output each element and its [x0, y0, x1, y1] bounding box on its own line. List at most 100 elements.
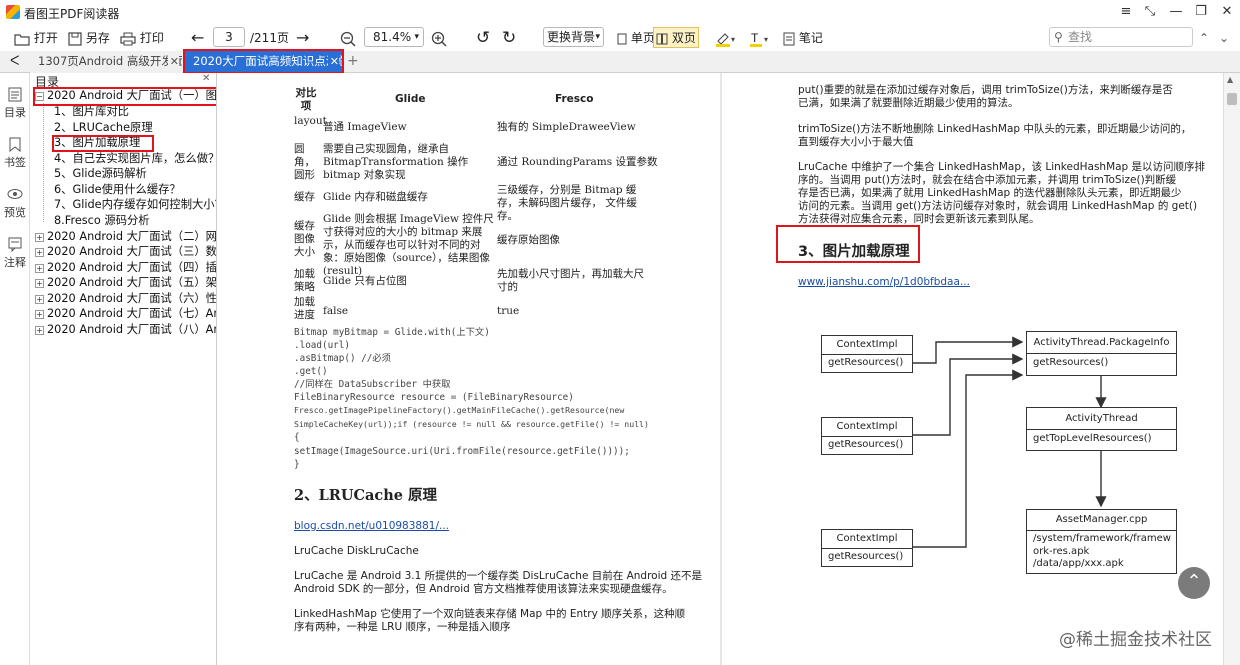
- code-line: Bitmap myBitmap = Glide.with(上下文): [294, 327, 490, 338]
- section-heading: 2、LRUCache 原理: [294, 487, 438, 504]
- bookmark-icon: [9, 137, 21, 152]
- tree-guide-line: [43, 103, 44, 222]
- table-cell-name: 加载进度: [294, 296, 315, 321]
- tab-label: 1307页Android 高级开发面试题: [38, 54, 182, 68]
- print-button[interactable]: 打印: [120, 28, 164, 48]
- outline-panel: 目录 ✕ −2020 Android 大厂面试（一）图片 含 缓 1、图片库对比…: [30, 73, 217, 665]
- table-cell-glide: Glide 只有占位图: [323, 275, 407, 287]
- outline-highlight-box: [33, 87, 216, 106]
- page-number-input[interactable]: 3: [213, 27, 245, 47]
- outline-item-1-8[interactable]: 8.Fresco 源码分析: [54, 213, 150, 228]
- minimize-button[interactable]: —: [1167, 4, 1185, 20]
- diagram-box-title: ContextImpl: [822, 530, 912, 549]
- app-logo-icon: [6, 5, 20, 19]
- outline-item-1-6[interactable]: 6、Glide使用什么缓存？: [54, 182, 181, 197]
- rotate-left-icon[interactable]: ↺: [476, 28, 490, 48]
- zoom-value: 81.4%: [373, 30, 412, 44]
- scrollbar-thumb[interactable]: [1227, 93, 1237, 105]
- zoom-select[interactable]: 81.4% ▾: [364, 27, 424, 47]
- diagram-box-line: ork-res.apk: [1033, 545, 1090, 557]
- table-cell-fresco: true: [497, 305, 520, 317]
- new-tab-icon[interactable]: +: [345, 51, 359, 73]
- outline-label: 1、图片库对比: [54, 105, 129, 118]
- outline-item-1-1[interactable]: 1、图片库对比: [54, 104, 129, 119]
- save-as-button[interactable]: 另存: [68, 28, 110, 48]
- scroll-up-arrow-icon[interactable]: ▲: [1227, 75, 1233, 84]
- outline-item-chapter-6[interactable]: +2020 Android 大厂面试（六）性能优化: [35, 291, 217, 306]
- expand-toggle-icon[interactable]: +: [35, 325, 44, 335]
- search-up-icon[interactable]: ⌃: [1199, 28, 1209, 48]
- pdf-page-left: 对比项 Glide Fresco layout 普通 ImageView 独有的…: [217, 73, 720, 665]
- zoom-in-icon[interactable]: [431, 28, 447, 48]
- paragraph-line: LruCache 是 Android 3.1 所提供的一个缓存类 DisLruC…: [294, 570, 703, 582]
- diagram-box-method: getResources(): [828, 551, 904, 562]
- outline-item-chapter-4[interactable]: +2020 Android 大厂面试（四）插件化、: [35, 260, 216, 275]
- single-page-button[interactable]: 单页: [617, 28, 655, 48]
- collapse-sidebar-icon[interactable]: ᐸ: [6, 51, 22, 73]
- table-header-glide: Glide: [395, 93, 426, 105]
- open-label: 打开: [33, 31, 58, 45]
- reference-link[interactable]: blog.csdn.net/u010983881/...: [294, 520, 449, 533]
- restore-arrows-icon[interactable]: ⤡: [1141, 4, 1159, 20]
- outline-item-1-7[interactable]: 7、Glide内存缓存如何控制大小？: [54, 197, 217, 212]
- highlighter-icon[interactable]: ▾: [715, 28, 737, 48]
- search-input[interactable]: ⚲ 查找: [1049, 27, 1193, 47]
- outline-item-chapter-2[interactable]: +2020 Android 大厂面试（二）网络和安全: [35, 229, 216, 244]
- tab-document-1[interactable]: 1307页Android 高级开发面试题 ✕: [30, 51, 182, 73]
- expand-toggle-icon[interactable]: +: [35, 278, 44, 288]
- outline-label: 7、Glide内存缓存如何控制大小？: [54, 198, 217, 211]
- zoom-out-icon[interactable]: [340, 28, 356, 48]
- outline-label: 8.Fresco 源码分析: [54, 214, 150, 227]
- diagram-box-title: ContextImpl: [822, 336, 912, 355]
- outline-label: 2020 Android 大厂面试（六）性能优化: [47, 292, 217, 305]
- text-color-icon[interactable]: T ▾: [749, 28, 771, 48]
- rail-outline[interactable]: 目录: [0, 87, 30, 120]
- close-button[interactable]: ✕: [1218, 4, 1236, 20]
- outline-item-1-5[interactable]: 5、Glide源码解析: [54, 166, 147, 181]
- table-cell-name: 圆角，圆形: [294, 143, 315, 181]
- rail-outline-label: 目录: [4, 106, 26, 119]
- close-tab-icon[interactable]: ✕: [167, 51, 179, 72]
- expand-toggle-icon[interactable]: +: [35, 247, 44, 257]
- expand-toggle-icon[interactable]: +: [35, 294, 44, 304]
- next-page-arrow-icon[interactable]: →: [296, 28, 309, 48]
- outline-item-1-4[interactable]: 4、自己去实现图片库，怎么做？: [54, 151, 216, 166]
- close-panel-icon[interactable]: ✕: [202, 73, 210, 84]
- title-bar: 看图王PDF阅读器 ≡ ⤡ — ❐ ✕: [0, 0, 1240, 24]
- search-down-icon[interactable]: ⌄: [1219, 28, 1229, 48]
- outline-item-chapter-3[interactable]: +2020 Android 大厂面试（三）数据库 含: [35, 244, 216, 259]
- diagram-box-contextimpl-3: ContextImpl getResources(): [821, 529, 913, 567]
- expand-toggle-icon[interactable]: +: [35, 232, 44, 242]
- vertical-scrollbar[interactable]: ▲: [1223, 73, 1240, 665]
- prev-page-arrow-icon[interactable]: ←: [191, 28, 204, 48]
- outline-item-1-2[interactable]: 2、LRUCache原理: [54, 120, 153, 135]
- background-select[interactable]: 更换背景 ▾: [543, 27, 604, 47]
- rail-bookmarks[interactable]: 书签: [0, 137, 30, 170]
- left-rail: 目录 书签 预览 注释: [0, 73, 30, 665]
- expand-toggle-icon[interactable]: +: [35, 309, 44, 319]
- rotate-right-icon[interactable]: ↻: [502, 28, 516, 48]
- menu-icon[interactable]: ≡: [1117, 4, 1135, 20]
- rail-bookmarks-label: 书签: [4, 156, 26, 169]
- eye-icon: [7, 189, 23, 199]
- double-page-button[interactable]: 双页: [653, 27, 699, 48]
- page-total: /211页: [250, 31, 289, 45]
- rail-annotations[interactable]: 注释: [0, 237, 30, 270]
- outline-item-chapter-5[interactable]: +2020 Android 大厂面试（五）架构设计: [35, 275, 216, 290]
- notes-button[interactable]: 笔记: [783, 28, 823, 48]
- svg-text:▾: ▾: [731, 35, 735, 44]
- code-line: Fresco.getImagePipelineFactory().getMain…: [294, 405, 625, 415]
- outline-item-chapter-8[interactable]: +2020 Android 大厂面试（八）Android: [35, 322, 216, 337]
- note-icon: [783, 32, 795, 45]
- watermark: @稀土掘金技术社区: [1059, 630, 1212, 650]
- open-button[interactable]: 打开: [14, 28, 58, 48]
- maximize-icon[interactable]: ❐: [1192, 4, 1210, 20]
- outline-item-chapter-7[interactable]: +2020 Android 大厂面试（七）Android: [35, 306, 216, 321]
- expand-toggle-icon[interactable]: +: [35, 263, 44, 273]
- paragraph-line: LruCache DiskLruCache: [294, 545, 419, 557]
- single-page-label: 单页: [630, 31, 655, 45]
- double-page-label: 双页: [671, 31, 696, 45]
- diagram-box-title: ContextImpl: [822, 418, 912, 437]
- scroll-to-top-icon[interactable]: ⌃: [1178, 567, 1210, 599]
- rail-preview[interactable]: 预览: [0, 187, 30, 220]
